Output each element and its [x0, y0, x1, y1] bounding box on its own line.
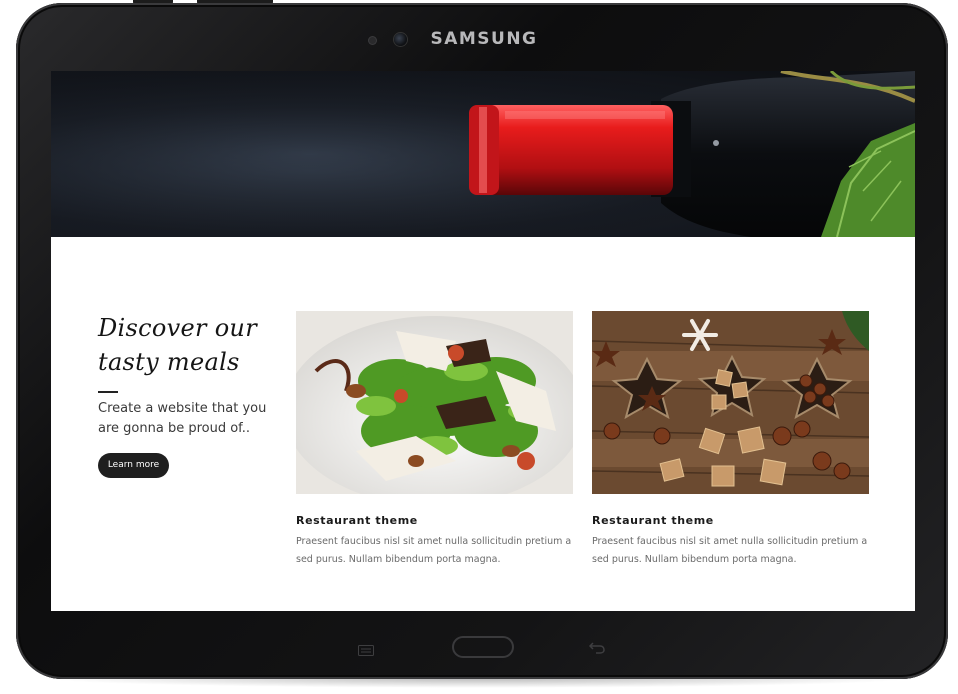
sensor-dot — [369, 37, 376, 44]
wine-bottle-image — [51, 71, 915, 237]
spices-image[interactable] — [592, 311, 869, 494]
intro-title-line2: tasty meals — [98, 348, 240, 376]
card-title[interactable]: Restaurant theme — [296, 514, 573, 527]
intro-title: Discover our tasty meals — [98, 311, 278, 379]
hero-banner — [51, 71, 915, 237]
salad-image[interactable] — [296, 311, 573, 494]
menu-icon[interactable] — [358, 643, 374, 656]
card-text: Praesent faucibus nisl sit amet nulla so… — [296, 536, 572, 565]
tablet-frame: SAMSUNG Discover our tasty meals Create … — [16, 3, 948, 679]
screen: Discover our tasty meals Create a websit… — [51, 71, 915, 611]
intro-text: Create a website that you are gonna be p… — [98, 401, 267, 436]
card-salad[interactable]: Restaurant theme Praesent faucibus nisl … — [296, 311, 573, 569]
intro-title-line1: Discover our — [98, 314, 257, 342]
brand-logo: SAMSUNG — [430, 29, 538, 49]
card-spices[interactable]: Restaurant theme Praesent faucibus nisl … — [592, 311, 869, 569]
front-camera-icon — [394, 33, 407, 46]
back-arrow-icon[interactable] — [588, 640, 606, 654]
stage: SAMSUNG Discover our tasty meals Create … — [0, 0, 958, 694]
card-title[interactable]: Restaurant theme — [592, 514, 869, 527]
title-divider — [98, 391, 118, 393]
learn-more-button[interactable]: Learn more — [98, 453, 169, 478]
card-text: Praesent faucibus nisl sit amet nulla so… — [592, 536, 868, 565]
home-button[interactable] — [452, 636, 514, 658]
intro-section: Discover our tasty meals Create a websit… — [98, 311, 278, 478]
